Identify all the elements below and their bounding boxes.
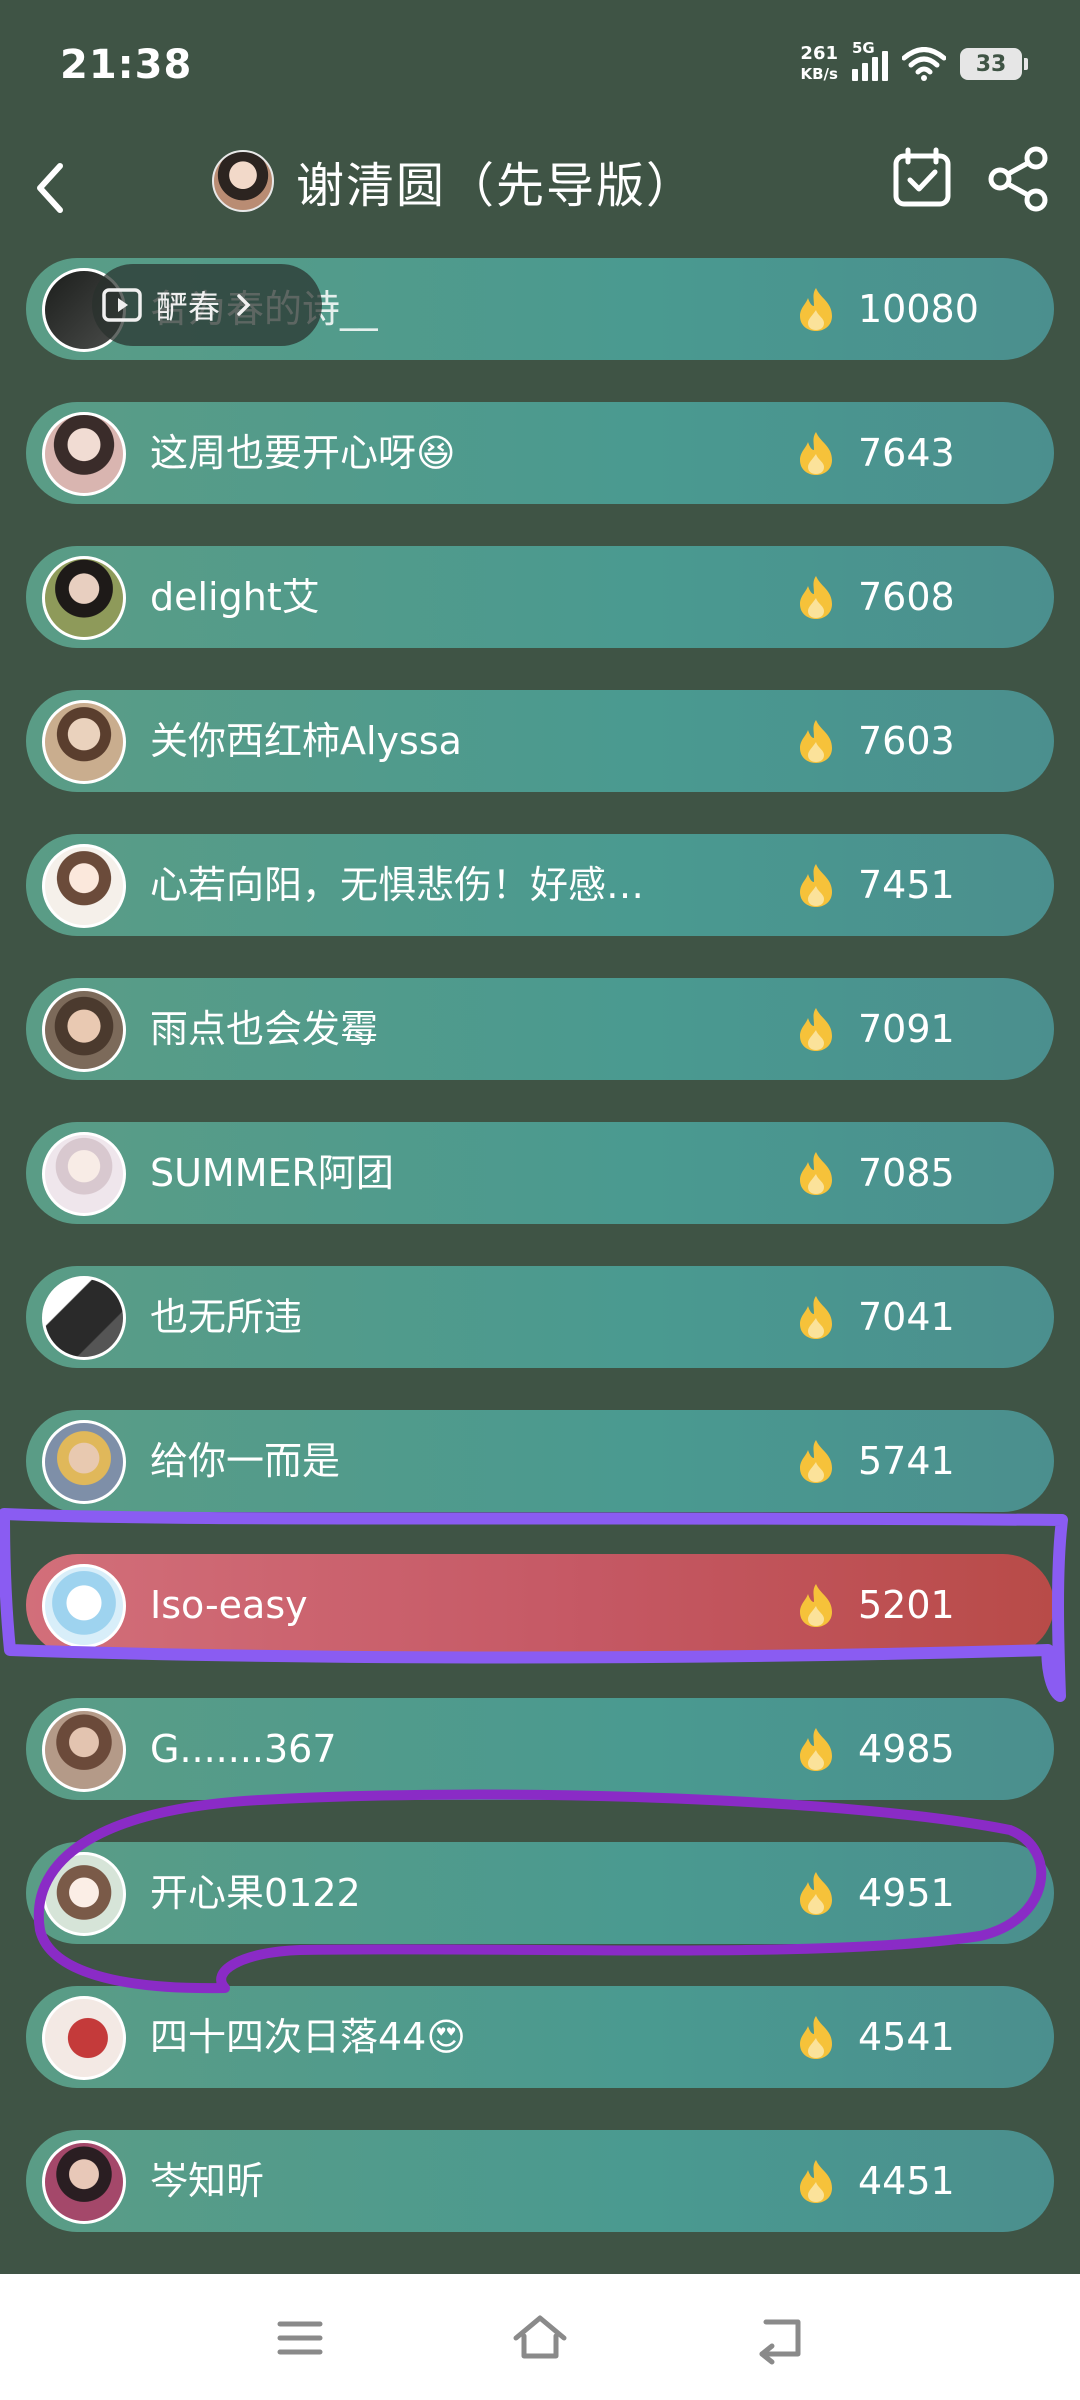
user-avatar: [42, 556, 126, 640]
user-name: 雨点也会发霉: [150, 1007, 379, 1051]
heat-score: 7085: [858, 1151, 955, 1195]
heat-score: 7603: [858, 719, 955, 763]
heat-score: 7451: [858, 863, 955, 907]
heat-score: 5741: [858, 1439, 955, 1483]
now-playing-label: 酽春: [156, 288, 221, 326]
fire-icon: [800, 432, 832, 475]
user-name: delight艾: [150, 575, 320, 619]
user-avatar: [42, 988, 126, 1072]
fire-icon: [800, 1296, 832, 1339]
heat-score: 7643: [858, 431, 955, 475]
fire-icon: [800, 2016, 832, 2059]
heat-score: 10080: [858, 287, 979, 331]
user-name: SUMMER阿团: [150, 1151, 394, 1195]
fire-icon: [800, 1728, 832, 1771]
fire-icon: [800, 1008, 832, 1051]
signal-icon: 5G: [852, 39, 888, 81]
rank-row-14[interactable]: 岑知昕 4451: [26, 2130, 1054, 2232]
home-icon[interactable]: [510, 2310, 570, 2366]
user-name: 四十四次日落44😍: [150, 2015, 466, 2059]
user-avatar: [42, 1276, 126, 1360]
artist-avatar: [212, 150, 274, 212]
user-avatar: [42, 1708, 126, 1792]
nav-back-icon[interactable]: [750, 2310, 810, 2366]
status-time: 21:38: [60, 42, 193, 88]
user-avatar: [42, 1420, 126, 1504]
battery-indicator: 33: [960, 48, 1028, 80]
heat-score: 4451: [858, 2159, 955, 2203]
system-nav-bar: [0, 2274, 1080, 2400]
heat-score: 4985: [858, 1727, 955, 1771]
fire-icon: [800, 720, 832, 763]
user-name: 开心果0122: [150, 1871, 361, 1915]
user-name: G.......367: [150, 1727, 337, 1771]
back-arrow-icon[interactable]: [22, 150, 82, 226]
status-bar: 21:38 261 KB/s 5G 33: [0, 0, 1080, 130]
user-name: 岑知昕: [150, 2159, 265, 2203]
rank-row-6[interactable]: 雨点也会发霉 7091: [26, 978, 1054, 1080]
rank-row-5[interactable]: 心若向阳，无惧悲伤！好感爱… 7451: [26, 834, 1054, 936]
user-avatar: [42, 2140, 126, 2224]
rank-row-2[interactable]: 这周也要开心呀😆 7643: [26, 402, 1054, 504]
fire-icon: [800, 864, 832, 907]
user-avatar: [42, 844, 126, 928]
user-avatar: [42, 700, 126, 784]
net-speed-value: 261: [800, 43, 838, 64]
fire-icon: [800, 576, 832, 619]
menu-icon[interactable]: [270, 2310, 330, 2366]
rank-row-4[interactable]: 关你西红柿Alyssa 7603: [26, 690, 1054, 792]
rank-row-3[interactable]: delight艾 7608: [26, 546, 1054, 648]
rank-row-10-current-user[interactable]: Iso-easy 5201: [26, 1554, 1054, 1656]
status-indicators: 261 KB/s 5G 33: [800, 39, 1028, 84]
heat-score: 5201: [858, 1583, 955, 1627]
fire-icon: [800, 288, 832, 331]
network-type: 5G: [852, 39, 875, 57]
rank-row-12[interactable]: 开心果0122 4951: [26, 1842, 1054, 1944]
page-title: 谢清圆（先导版）: [296, 158, 697, 214]
title-block[interactable]: 谢清圆（先导版）: [212, 146, 696, 216]
user-avatar: [42, 412, 126, 496]
net-speed-unit: KB/s: [800, 65, 838, 83]
wifi-icon: [902, 47, 946, 81]
fire-icon: [800, 1152, 832, 1195]
user-avatar: [42, 1564, 126, 1648]
user-name: Iso-easy: [150, 1583, 308, 1627]
user-name: 心若向阳，无惧悲伤！好感爱…: [150, 863, 680, 907]
heat-score: 4951: [858, 1871, 955, 1915]
fire-icon: [800, 1440, 832, 1483]
top-app-bar: 谢清圆（先导版）: [0, 130, 1080, 250]
rank-row-13[interactable]: 四十四次日落44😍 4541: [26, 1986, 1054, 2088]
video-play-icon: [102, 288, 142, 322]
rank-row-9[interactable]: 给你一而是 5741: [26, 1410, 1054, 1512]
rank-row-11[interactable]: G.......367 4985: [26, 1698, 1054, 1800]
rank-row-8[interactable]: 也无所违 7041: [26, 1266, 1054, 1368]
now-playing-chip[interactable]: 酽春: [92, 264, 322, 346]
user-name: 关你西红柿Alyssa: [150, 719, 462, 763]
fire-icon: [800, 2160, 832, 2203]
heat-score: 7041: [858, 1295, 955, 1339]
heat-score: 7091: [858, 1007, 955, 1051]
chevron-right-icon: [237, 294, 251, 316]
heat-score: 7608: [858, 575, 955, 619]
share-icon[interactable]: [986, 144, 1052, 214]
calendar-check-icon[interactable]: [890, 146, 954, 210]
user-avatar: [42, 1996, 126, 2080]
user-avatar: [42, 1852, 126, 1936]
net-speed: 261 KB/s: [800, 44, 838, 84]
fire-icon: [800, 1872, 832, 1915]
heat-score: 4541: [858, 2015, 955, 2059]
user-name: 这周也要开心呀😆: [150, 431, 456, 475]
user-name: 也无所违: [150, 1295, 303, 1339]
rank-row-7[interactable]: SUMMER阿团 7085: [26, 1122, 1054, 1224]
user-avatar: [42, 1132, 126, 1216]
user-name: 给你一而是: [150, 1439, 341, 1483]
fire-icon: [800, 1584, 832, 1627]
